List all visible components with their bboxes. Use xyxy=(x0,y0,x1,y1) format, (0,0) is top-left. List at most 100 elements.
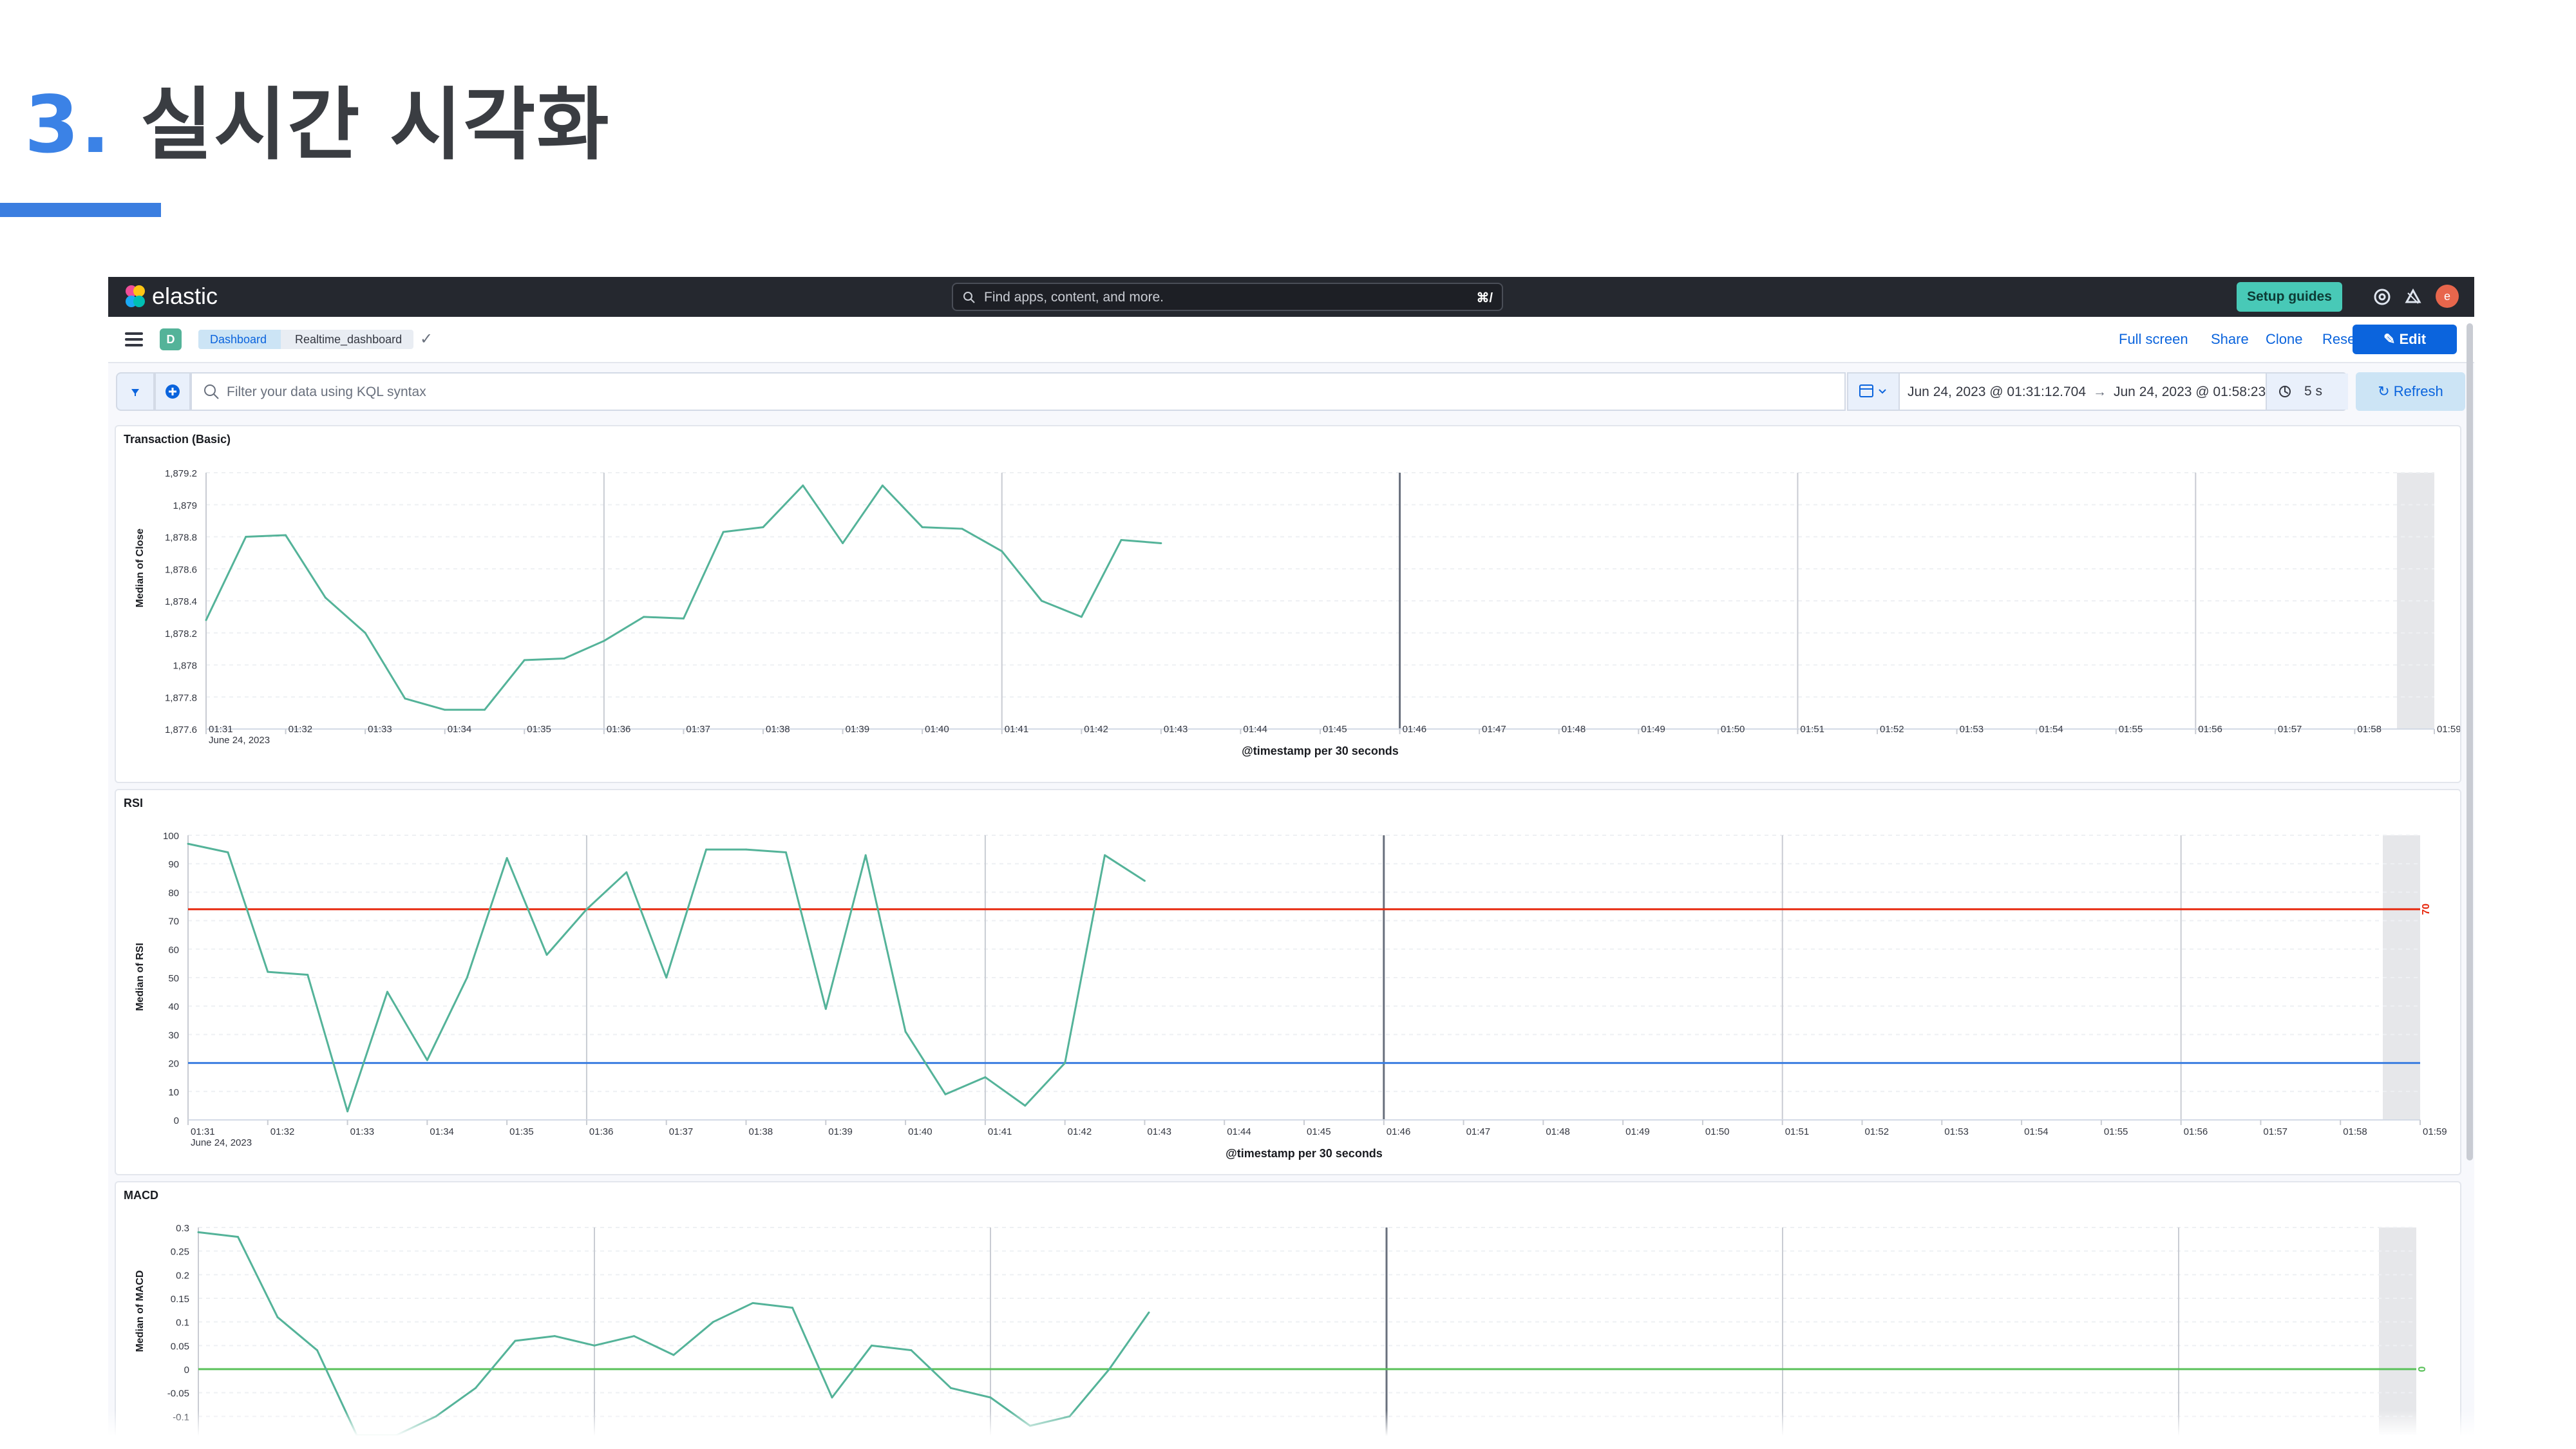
top-header: elastic Find apps, content, and more. ⌘/… xyxy=(108,277,2474,317)
data-point xyxy=(1148,1311,1150,1314)
x-tick-label: 01:53 xyxy=(1960,724,1984,735)
global-search[interactable]: Find apps, content, and more. ⌘/ xyxy=(952,283,1503,311)
y-tick-label: 0.25 xyxy=(171,1247,189,1258)
breadcrumb-current: Realtime_dashboard xyxy=(281,330,414,349)
data-point xyxy=(514,1340,516,1342)
y-tick-label: 1,878.2 xyxy=(165,629,197,639)
data-point xyxy=(523,659,526,661)
x-date-sublabel: June 24, 2023 xyxy=(191,1137,252,1148)
x-tick-label: 01:58 xyxy=(2357,724,2382,735)
series-line xyxy=(198,1231,1150,1436)
x-tick-label: 01:53 xyxy=(1944,1126,1969,1137)
data-point xyxy=(506,857,508,859)
elastic-logo-icon[interactable] xyxy=(122,283,148,309)
data-point xyxy=(267,971,269,973)
x-tick-label: 01:48 xyxy=(1562,724,1586,735)
data-point xyxy=(484,708,486,711)
data-point xyxy=(276,1316,279,1318)
add-filter-button[interactable] xyxy=(155,372,191,411)
logo-text[interactable]: elastic xyxy=(152,283,218,310)
date-picker[interactable]: Jun 24, 2023 @ 01:31:12.704 → Jun 24, 20… xyxy=(1847,372,2348,411)
refresh-label: Refresh xyxy=(2393,383,2443,399)
x-tick-label: 01:50 xyxy=(1705,1126,1730,1137)
user-avatar[interactable]: e xyxy=(2436,285,2459,308)
x-tick-label: 01:33 xyxy=(350,1126,375,1137)
refresh-button[interactable]: ↻ Refresh xyxy=(2356,372,2465,411)
kql-query-input[interactable]: Filter your data using KQL syntax xyxy=(191,372,1846,411)
data-point xyxy=(554,1335,556,1338)
data-point xyxy=(205,619,207,621)
x-tick-label: 01:31 xyxy=(209,724,233,735)
data-point xyxy=(791,1307,793,1309)
x-tick-label: 01:38 xyxy=(766,724,790,735)
data-point xyxy=(784,851,787,854)
y-tick-label: -0.05 xyxy=(167,1388,189,1399)
y-tick-label: 0 xyxy=(174,1115,179,1126)
panel-macd: MACD 0.30.250.20.150.10.050-0.05-0.1-0.1… xyxy=(115,1181,2461,1436)
y-tick-label: 0.1 xyxy=(176,1318,189,1329)
series-line xyxy=(205,484,1161,711)
x-tick-label: 01:33 xyxy=(368,724,392,735)
data-point xyxy=(824,1008,827,1010)
refresh-icon: ↻ xyxy=(2378,383,2394,399)
x-tick-label: 01:31 xyxy=(191,1126,215,1137)
full-screen-link[interactable]: Full screen xyxy=(2119,331,2188,348)
x-tick-label: 01:42 xyxy=(1068,1126,1092,1137)
data-point xyxy=(426,1059,428,1061)
y-tick-label: 0.2 xyxy=(176,1270,189,1281)
data-point xyxy=(475,1387,477,1389)
x-tick-label: 01:42 xyxy=(1084,724,1108,735)
data-point xyxy=(563,658,565,660)
date-arrow-icon: → xyxy=(2093,384,2107,399)
newsfeed-icon[interactable] xyxy=(2403,287,2423,307)
future-shade xyxy=(2379,1227,2416,1436)
data-point xyxy=(404,697,406,700)
data-point xyxy=(285,534,287,536)
search-placeholder: Find apps, content, and more. xyxy=(984,290,1164,305)
data-point xyxy=(187,842,189,845)
y-tick-label: 1,878 xyxy=(173,661,197,672)
setup-guides-button[interactable]: Setup guides xyxy=(2237,282,2342,312)
x-tick-label: 01:43 xyxy=(1164,724,1188,735)
start-date[interactable]: Jun 24, 2023 @ 01:31:12.704 xyxy=(1908,384,2086,400)
data-point xyxy=(346,1110,349,1113)
x-tick-label: 01:40 xyxy=(925,724,949,735)
refresh-interval-button[interactable]: 5 s xyxy=(2266,374,2348,410)
bottom-fade xyxy=(108,1410,2474,1436)
x-tick-label: 01:46 xyxy=(1387,1126,1411,1137)
y-tick-label: 0.05 xyxy=(171,1341,189,1352)
edit-button[interactable]: ✎ Edit xyxy=(2353,325,2457,354)
x-tick-label: 01:44 xyxy=(1227,1126,1251,1137)
space-avatar[interactable]: D xyxy=(160,328,182,350)
x-tick-label: 01:54 xyxy=(2039,724,2063,735)
data-point xyxy=(1041,600,1043,602)
kql-placeholder: Filter your data using KQL syntax xyxy=(227,384,426,399)
y-tick-label: 10 xyxy=(168,1087,179,1098)
data-point xyxy=(545,954,548,956)
slide-number: 3. xyxy=(24,79,112,171)
share-link[interactable]: Share xyxy=(2211,331,2249,348)
x-tick-label: 01:51 xyxy=(1785,1126,1810,1137)
help-icon[interactable] xyxy=(2372,287,2392,307)
data-point xyxy=(364,632,366,634)
data-point xyxy=(989,1396,992,1399)
data-point xyxy=(1024,1104,1027,1107)
clone-link[interactable]: Clone xyxy=(2266,331,2302,348)
y-tick-label: 0.15 xyxy=(171,1294,189,1305)
data-point xyxy=(831,1396,833,1399)
y-tick-label: 80 xyxy=(168,887,179,898)
x-tick-label: 01:49 xyxy=(1641,724,1665,735)
data-point xyxy=(752,1302,754,1304)
x-tick-label: 01:59 xyxy=(2437,724,2461,735)
quick-select-button[interactable] xyxy=(1848,374,1900,410)
x-tick-label: 01:55 xyxy=(2119,724,2143,735)
x-tick-label: 01:35 xyxy=(509,1126,534,1137)
y-tick-label: 90 xyxy=(168,859,179,870)
page-scrollbar[interactable] xyxy=(2467,323,2473,1160)
breadcrumb-dashboard[interactable]: Dashboard xyxy=(198,330,281,349)
filter-menu-button[interactable] xyxy=(116,372,155,411)
x-tick-label: 01:50 xyxy=(1721,724,1745,735)
x-tick-label: 01:36 xyxy=(607,724,631,735)
menu-toggle-icon[interactable] xyxy=(125,332,143,346)
data-point xyxy=(1080,616,1083,618)
